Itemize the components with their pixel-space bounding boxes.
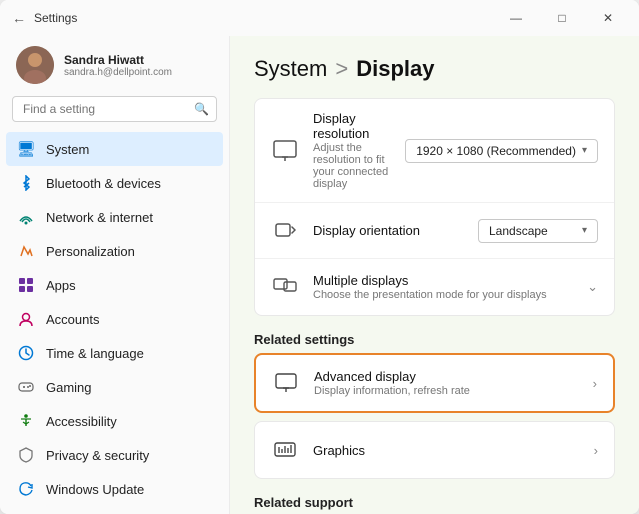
sidebar-item-system[interactable]: 🖥 System	[6, 132, 223, 166]
graphics-card: Graphics ›	[254, 421, 615, 479]
graphics-icon	[271, 436, 299, 464]
system-icon: 🖥	[16, 139, 36, 159]
user-name: Sandra Hiwatt	[64, 53, 172, 67]
related-support-title: Related support	[254, 495, 615, 510]
bluetooth-icon	[16, 173, 36, 193]
orientation-control: Landscape ▾	[478, 219, 598, 243]
sidebar-item-label: Accounts	[46, 312, 99, 327]
sidebar-item-apps[interactable]: Apps	[0, 268, 229, 302]
graphics-label: Graphics	[313, 443, 365, 458]
advanced-display-card: Advanced display Display information, re…	[254, 353, 615, 413]
graphics-left: Graphics	[271, 436, 594, 464]
search-box[interactable]: 🔍	[12, 96, 217, 122]
personalization-icon	[16, 241, 36, 261]
sidebar-item-time[interactable]: Time & language	[0, 336, 229, 370]
sidebar-item-label: Accessibility	[46, 414, 117, 429]
avatar	[16, 46, 54, 84]
sidebar-item-accessibility[interactable]: Accessibility	[0, 404, 229, 438]
sidebar-item-label: Gaming	[46, 380, 92, 395]
gaming-icon	[16, 377, 36, 397]
user-email: sandra.h@dellpoint.com	[64, 67, 172, 78]
display-resolution-icon	[271, 137, 299, 165]
breadcrumb-parent: System	[254, 56, 327, 82]
sidebar-item-personalization[interactable]: Personalization	[0, 234, 229, 268]
apps-icon	[16, 275, 36, 295]
display-resolution-desc: Adjust the resolution to fit your connec…	[313, 142, 405, 190]
graphics-text: Graphics	[313, 443, 365, 458]
sidebar-item-label: System	[46, 142, 89, 157]
chevron-down-icon: ▾	[582, 145, 587, 156]
chevron-right-icon: ›	[593, 376, 597, 391]
sidebar-item-label: Bluetooth & devices	[46, 176, 161, 191]
window-title: Settings	[34, 11, 77, 25]
sidebar: Sandra Hiwatt sandra.h@dellpoint.com 🔍 🖥…	[0, 36, 230, 514]
advanced-display-desc: Display information, refresh rate	[314, 385, 470, 397]
multiple-displays-row[interactable]: Multiple displays Choose the presentatio…	[255, 259, 614, 315]
display-orientation-label: Display orientation	[313, 223, 420, 238]
resolution-dropdown[interactable]: 1920 × 1080 (Recommended) ▾	[405, 139, 598, 163]
settings-window: ← Settings — □ ✕ Sandra Hiwatt	[0, 0, 639, 514]
advanced-display-row[interactable]: Advanced display Display information, re…	[256, 355, 613, 411]
advanced-display-left: Advanced display Display information, re…	[272, 369, 593, 397]
sidebar-item-network[interactable]: Network & internet	[0, 200, 229, 234]
multiple-displays-icon	[271, 273, 299, 301]
display-resolution-label: Display resolution	[313, 111, 405, 141]
graphics-row[interactable]: Graphics ›	[255, 422, 614, 478]
minimize-button[interactable]: —	[493, 2, 539, 34]
page-title: Display	[356, 56, 434, 82]
sidebar-item-label: Apps	[46, 278, 76, 293]
display-orientation-icon	[271, 217, 299, 245]
orientation-dropdown[interactable]: Landscape ▾	[478, 219, 598, 243]
main-content: Sandra Hiwatt sandra.h@dellpoint.com 🔍 🖥…	[0, 36, 639, 514]
chevron-down-icon: ⌄	[587, 279, 598, 295]
advanced-display-icon	[272, 369, 300, 397]
close-button[interactable]: ✕	[585, 2, 631, 34]
sidebar-item-label: Personalization	[46, 244, 135, 259]
sidebar-item-accounts[interactable]: Accounts	[0, 302, 229, 336]
network-icon	[16, 207, 36, 227]
search-input[interactable]	[12, 96, 217, 122]
sidebar-item-label: Time & language	[46, 346, 144, 361]
sidebar-item-label: Network & internet	[46, 210, 153, 225]
sidebar-item-bluetooth[interactable]: Bluetooth & devices	[0, 166, 229, 200]
display-orientation-text: Display orientation	[313, 223, 420, 238]
breadcrumb: System > Display	[254, 56, 615, 82]
back-button[interactable]: ←	[12, 10, 26, 26]
display-resolution-card: Display resolution Adjust the resolution…	[254, 98, 615, 316]
multiple-displays-desc: Choose the presentation mode for your di…	[313, 289, 547, 301]
maximize-button[interactable]: □	[539, 2, 585, 34]
chevron-down-icon: ▾	[582, 225, 587, 236]
update-icon	[16, 479, 36, 499]
display-resolution-left: Display resolution Adjust the resolution…	[271, 111, 405, 190]
search-icon: 🔍	[194, 102, 209, 116]
advanced-display-label: Advanced display	[314, 369, 470, 384]
chevron-right-icon: ›	[594, 443, 598, 458]
main-panel: System > Display Display resolution Adju…	[230, 36, 639, 514]
sidebar-item-privacy[interactable]: Privacy & security	[0, 438, 229, 472]
titlebar: ← Settings — □ ✕	[0, 0, 639, 36]
display-resolution-row: Display resolution Adjust the resolution…	[255, 99, 614, 203]
related-settings-title: Related settings	[254, 332, 615, 347]
privacy-icon	[16, 445, 36, 465]
sidebar-item-gaming[interactable]: Gaming	[0, 370, 229, 404]
multiple-displays-left: Multiple displays Choose the presentatio…	[271, 273, 587, 301]
breadcrumb-separator: >	[335, 56, 348, 82]
display-resolution-text: Display resolution Adjust the resolution…	[313, 111, 405, 190]
multiple-displays-label: Multiple displays	[313, 273, 547, 288]
display-orientation-left: Display orientation	[271, 217, 478, 245]
accessibility-icon	[16, 411, 36, 431]
user-profile[interactable]: Sandra Hiwatt sandra.h@dellpoint.com	[0, 36, 229, 96]
sidebar-item-update[interactable]: Windows Update	[0, 472, 229, 506]
user-info: Sandra Hiwatt sandra.h@dellpoint.com	[64, 53, 172, 78]
multiple-displays-text: Multiple displays Choose the presentatio…	[313, 273, 547, 301]
sidebar-item-label: Windows Update	[46, 482, 144, 497]
resolution-control: 1920 × 1080 (Recommended) ▾	[405, 139, 598, 163]
time-icon	[16, 343, 36, 363]
display-orientation-row: Display orientation Landscape ▾	[255, 203, 614, 259]
titlebar-left: ← Settings	[12, 10, 77, 26]
advanced-display-text: Advanced display Display information, re…	[314, 369, 470, 397]
window-controls: — □ ✕	[493, 2, 631, 34]
sidebar-item-label: Privacy & security	[46, 448, 149, 463]
accounts-icon	[16, 309, 36, 329]
